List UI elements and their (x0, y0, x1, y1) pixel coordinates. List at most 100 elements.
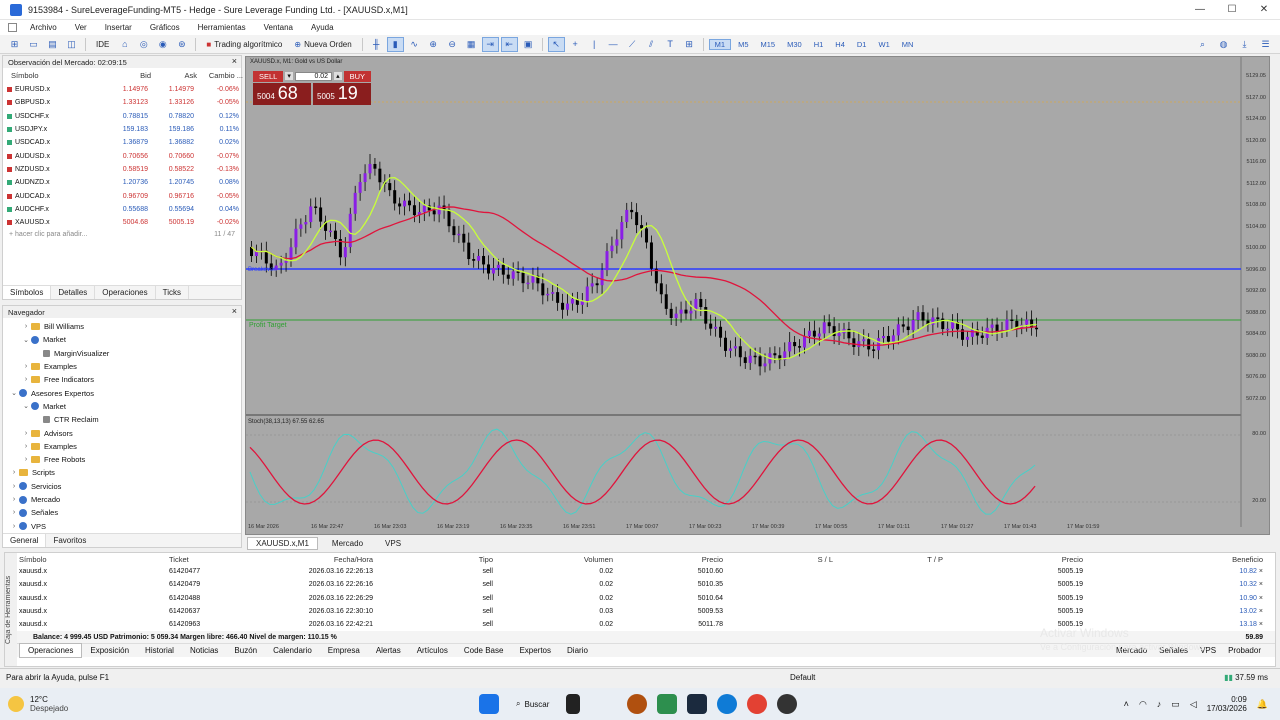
market-watch-row[interactable]: USDJPY.x 159.183 159.186 0.11% (3, 123, 241, 136)
expand-icon[interactable]: › (21, 323, 31, 330)
notification-icon[interactable]: 🔔 (1257, 699, 1268, 710)
market-watch-row[interactable]: EURUSD.x 1.14976 1.14979 -0.06% (3, 83, 241, 96)
bar-chart-icon[interactable]: ╫ (368, 37, 385, 52)
timeframe-m5[interactable]: M5 (733, 40, 753, 49)
chart-canvas[interactable] (246, 57, 1271, 536)
tray-chevron-icon[interactable]: ˄ (1124, 699, 1129, 709)
algo-trading-button[interactable]: ■ Trading algorítmico (201, 40, 287, 49)
navigator-item[interactable]: › Bill Williams (3, 320, 241, 333)
line-chart-icon[interactable]: ∿ (406, 37, 423, 52)
expand-icon[interactable]: › (9, 523, 19, 530)
market-watch-row[interactable]: AUDUSD.x 0.70656 0.70660 -0.07% (3, 149, 241, 162)
navigator-item[interactable]: CTR Reclaim (3, 413, 241, 426)
timeframe-h1[interactable]: H1 (809, 40, 829, 49)
timeframe-m30[interactable]: M30 (782, 40, 807, 49)
navigator-item[interactable]: › Señales (3, 506, 241, 519)
market-watch-row[interactable]: NZDUSD.x 0.58519 0.58522 -0.13% (3, 163, 241, 176)
sell-price-button[interactable]: 5004 68 (253, 83, 311, 105)
navigator-item[interactable]: › Free Indicators (3, 373, 241, 386)
navigator-item[interactable]: › Scripts (3, 466, 241, 479)
tab-ticks[interactable]: Ticks (156, 286, 189, 299)
app-icon-chrome[interactable] (747, 694, 768, 714)
crosshair-icon[interactable]: + (567, 37, 584, 52)
close-trade-icon[interactable]: × (1259, 568, 1263, 575)
toolbox-tab[interactable]: Calendario (265, 644, 320, 657)
minimize-button[interactable]: — (1184, 4, 1216, 15)
sell-button[interactable]: SELL (253, 70, 284, 82)
close-trade-icon[interactable]: × (1259, 581, 1263, 588)
shapes-icon[interactable]: ⊞ (681, 37, 698, 52)
tray-network-icon[interactable]: ▭ (1171, 699, 1180, 710)
close-button[interactable]: ✕ (1248, 4, 1280, 15)
market-watch-row[interactable]: AUDNZD.x 1.20736 1.20745 0.08% (3, 176, 241, 189)
volume-input[interactable]: 0.02 (294, 71, 333, 81)
column-bid[interactable]: Bid (107, 71, 155, 80)
toolbox-tab[interactable]: Operaciones (19, 643, 83, 659)
trade-row[interactable]: xauusd.x 61420479 2026.03.16 22:26:16 sell 0… (5, 578, 1275, 591)
expand-icon[interactable]: › (9, 509, 19, 516)
update-icon[interactable]: ⤓ (1236, 37, 1253, 52)
menu-archivo[interactable]: Archivo (21, 23, 66, 32)
timeframe-m15[interactable]: M15 (756, 40, 781, 49)
market-watch-row[interactable]: GBPUSD.x 1.33123 1.33126 -0.05% (3, 96, 241, 109)
new-order-button[interactable]: ⊕ Nueva Orden (289, 40, 356, 49)
task-view-icon[interactable] (566, 694, 581, 714)
col-tp[interactable]: T / P (839, 555, 949, 564)
market-watch-row[interactable]: AUDCAD.x 0.96709 0.96716 -0.05% (3, 189, 241, 202)
toolbox-tab[interactable]: Artículos (409, 644, 456, 657)
channel-icon[interactable]: ⫽ (643, 37, 660, 52)
autoscroll-icon[interactable]: ⇥ (481, 36, 499, 52)
trade-row[interactable]: xauusd.x 61420477 2026.03.16 22:26:13 sell 0… (5, 565, 1275, 578)
maximize-button[interactable]: ☐ (1216, 4, 1248, 15)
zoom-out-icon[interactable]: ⊖ (444, 37, 461, 52)
menu-icon[interactable]: ☰ (1257, 37, 1274, 52)
tab-simbolos[interactable]: Símbolos (3, 286, 52, 299)
navigator-item[interactable]: › Free Robots (3, 453, 241, 466)
toolbox-tab[interactable]: Code Base (456, 644, 512, 657)
timeframe-mn[interactable]: MN (897, 40, 919, 49)
lock-icon[interactable]: ⌂ (116, 37, 133, 52)
toolbox-tab[interactable]: Expertos (511, 644, 559, 657)
close-trade-icon[interactable]: × (1259, 621, 1263, 628)
timeframe-h4[interactable]: H4 (830, 40, 850, 49)
timeframe-d1[interactable]: D1 (852, 40, 872, 49)
col-price[interactable]: Precio (619, 555, 729, 564)
account-icon[interactable]: ◍ (1215, 37, 1232, 52)
col-volume[interactable]: Volumen (499, 555, 619, 564)
navigator-item[interactable]: ⌄ Market (3, 400, 241, 413)
app-icon-firefox[interactable] (627, 694, 648, 714)
timeframe-m1[interactable]: M1 (708, 38, 732, 50)
market-watch-row[interactable]: XAUUSD.x 5004.68 5005.19 -0.02% (3, 216, 241, 229)
expand-icon[interactable]: › (21, 443, 31, 450)
volume-up-icon[interactable]: ▴ (334, 72, 342, 80)
start-icon[interactable] (479, 694, 499, 714)
toolbox-tab[interactable]: Buzón (226, 644, 265, 657)
expand-icon[interactable]: ⌄ (9, 389, 19, 397)
horizontal-line-icon[interactable]: — (605, 37, 622, 52)
navigator-item[interactable]: › Examples (3, 360, 241, 373)
tab-operaciones[interactable]: Operaciones (95, 286, 156, 299)
expand-icon[interactable]: ⌄ (21, 402, 31, 410)
tab-chart-vps[interactable]: VPS (377, 538, 409, 549)
column-ask[interactable]: Ask (155, 71, 201, 80)
col-symbol[interactable]: Símbolo (19, 555, 169, 564)
expand-icon[interactable]: ⌄ (21, 336, 31, 344)
toolbox-tab[interactable]: Exposición (82, 644, 137, 657)
navigator-item[interactable]: › Advisors (3, 426, 241, 439)
chart-shift-icon[interactable]: ⇤ (500, 36, 518, 52)
volume-down-icon[interactable]: ▾ (285, 72, 293, 80)
ide-button[interactable]: IDE (91, 40, 114, 49)
clock[interactable]: 0:09 17/03/2026 (1207, 695, 1247, 713)
add-symbol-row[interactable]: + hacer clic para añadir... 11 / 47 (3, 229, 241, 240)
column-change[interactable]: Cambio ... (201, 71, 247, 80)
expand-icon[interactable]: › (21, 363, 31, 370)
trendline-icon[interactable]: ⟋ (624, 37, 641, 52)
vps-icon[interactable]: ⊛ (173, 37, 190, 52)
profiles-icon[interactable]: ▭ (25, 37, 42, 52)
expand-icon[interactable]: › (21, 376, 31, 383)
expand-icon[interactable]: › (21, 456, 31, 463)
navigator-icon[interactable]: ◫ (63, 37, 80, 52)
new-chart-icon[interactable]: ⊞ (6, 37, 23, 52)
navigator-item[interactable]: ⌄ Market (3, 333, 241, 346)
col-sl[interactable]: S / L (729, 555, 839, 564)
